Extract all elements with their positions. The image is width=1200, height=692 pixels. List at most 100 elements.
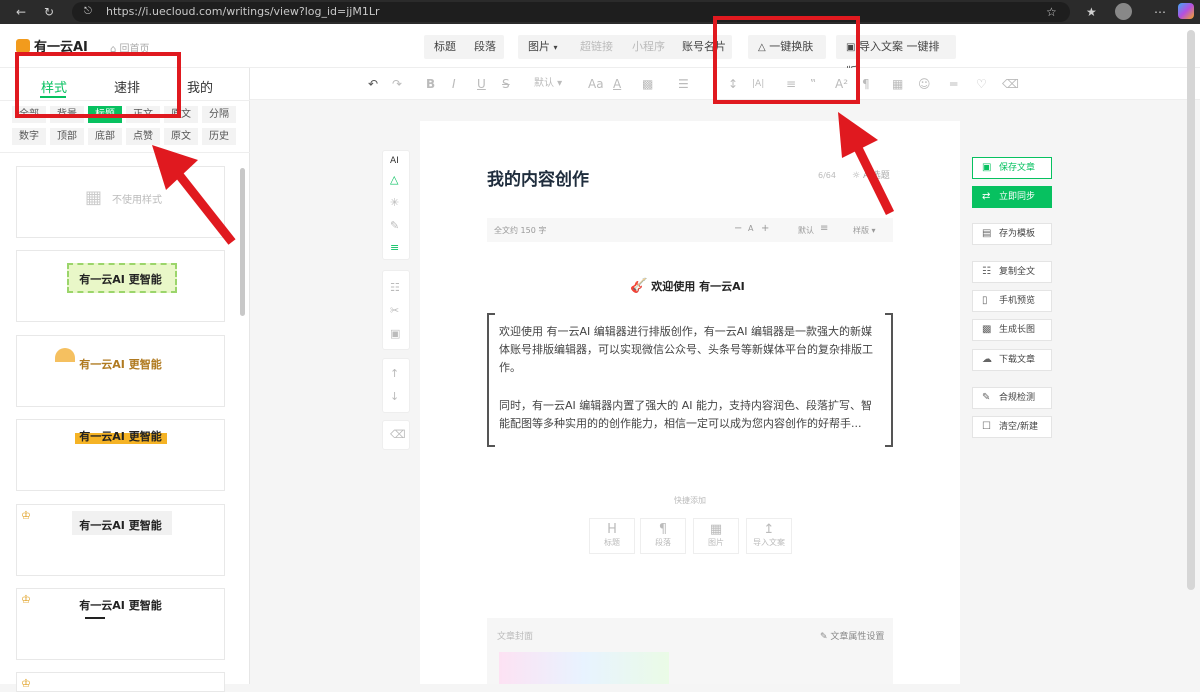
ai-topic-button[interactable]: ☼ AI选题 [852, 168, 890, 181]
menu-icon[interactable]: ⋯ [1154, 4, 1166, 20]
address-bar[interactable]: ⎋ https://i.uecloud.com/writings/view?lo… [72, 2, 1070, 22]
table-icon[interactable]: ▦ [892, 76, 903, 92]
cut-icon[interactable]: ✂ [390, 304, 399, 318]
long-image-button[interactable]: ▩ 生成长图 [972, 319, 1052, 341]
url-text: https://i.uecloud.com/writings/view?log_… [106, 5, 380, 18]
back-arrow-icon[interactable]: ← [16, 4, 26, 20]
refresh-icon[interactable]: ↻ [44, 4, 54, 20]
font-family-select[interactable]: 默认 ▾ [534, 76, 562, 92]
quick-add-title-button[interactable]: H 标题 [589, 518, 635, 554]
body-paragraph[interactable]: 同时，有一云AI 编辑器内置了强大的 AI 能力，支持内容润色、段落扩写、智能配… [499, 397, 883, 433]
star-icon[interactable]: ☆ [1046, 4, 1057, 20]
category-like[interactable]: 点赞 [126, 128, 160, 145]
undo-icon[interactable]: ↶ [368, 76, 378, 92]
paste-icon[interactable]: ▣ [390, 327, 400, 341]
sync-now-button[interactable]: ⇄ 立即同步 [972, 186, 1052, 208]
image-icon: ▩ [982, 324, 992, 335]
compliance-check-button[interactable]: ✎ 合规检测 [972, 387, 1052, 409]
annotation-box-tabs [15, 52, 181, 118]
cover-image[interactable] [499, 652, 669, 684]
category-original-2[interactable]: 原文 [164, 128, 198, 145]
style-card[interactable]: 有一云AI 更智能 [16, 250, 225, 322]
article-title[interactable]: 我的内容创作 [487, 165, 589, 190]
emoji-icon[interactable]: ☺ [918, 76, 931, 92]
brush-icon[interactable]: ♡ [976, 76, 987, 92]
background-color-icon[interactable]: ▩ [642, 76, 653, 92]
category-top[interactable]: 顶部 [50, 128, 84, 145]
arrow-up-icon[interactable]: ↑ [390, 367, 399, 381]
phone-icon: ▯ [982, 295, 988, 306]
quote-block[interactable]: 欢迎使用 有一云AI 编辑器进行排版创作，有一云AI 编辑器是一款强大的新媒体账… [487, 313, 893, 447]
insert-hyperlink-button[interactable]: 超链接 [570, 35, 623, 59]
pen-icon[interactable]: ✎ [390, 219, 399, 233]
style-card[interactable]: 有一云AI 更智能 [16, 419, 225, 491]
layers-icon[interactable]: ≡ [390, 241, 399, 255]
italic-icon[interactable]: I [452, 76, 456, 92]
insert-mini-program-button[interactable]: 小程序 [622, 35, 675, 59]
save-template-button[interactable]: ▤ 存为模板 [972, 223, 1052, 245]
style-card[interactable]: ♔ [16, 672, 225, 692]
browser-bar: ← ↻ ⎋ https://i.uecloud.com/writings/vie… [0, 0, 1200, 24]
category-history[interactable]: 历史 [202, 128, 236, 145]
logo-mark-icon [16, 39, 30, 53]
bulb-icon: ☼ [852, 171, 861, 181]
clear-new-button[interactable]: ☐ 清空/新建 [972, 416, 1052, 438]
copy-icon: ☷ [982, 266, 991, 277]
profile-icon[interactable] [1115, 3, 1132, 20]
copilot-icon[interactable] [1178, 3, 1194, 19]
divider-icon[interactable]: ═ [950, 76, 957, 92]
layout-select[interactable]: 样版 ▾ [853, 225, 876, 236]
style-card-none[interactable]: ▦ 不使用样式 [16, 166, 225, 238]
body-paragraph[interactable]: 欢迎使用 有一云AI 编辑器进行排版创作，有一云AI 编辑器是一款强大的新媒体账… [499, 323, 883, 377]
insert-image-button[interactable]: 图片 ▾ [518, 35, 568, 59]
align-icon[interactable]: ☰ [678, 76, 689, 92]
style-card[interactable]: 有一云AI 更智能 [16, 335, 225, 407]
category-number[interactable]: 数字 [12, 128, 46, 145]
ai-tool-group: AI △ ✳ ✎ ≡ [382, 150, 410, 260]
copy-icon[interactable]: ☷ [390, 281, 400, 295]
trash-icon[interactable]: ⌫ [390, 428, 406, 442]
font-color-icon[interactable]: A [613, 76, 621, 92]
line-height-icon[interactable]: ≡ [820, 223, 828, 234]
category-divider[interactable]: 分隔 [202, 106, 236, 123]
strikethrough-icon[interactable]: S [502, 76, 510, 92]
style-card[interactable]: ♔ 有一云AI 更智能 [16, 588, 225, 660]
arrow-down-icon[interactable]: ↓ [390, 390, 399, 404]
category-bottom[interactable]: 底部 [88, 128, 122, 145]
word-count: 全文约 150 字 [494, 226, 547, 235]
quick-add-image-button[interactable]: ▦ 图片 [693, 518, 739, 554]
eraser-icon[interactable]: ⌫ [1002, 76, 1019, 92]
quick-add-paragraph-button[interactable]: ¶ 段落 [640, 518, 686, 554]
paragraph-icon[interactable]: ¶ [862, 76, 870, 92]
chevron-down-icon: ▾ [553, 43, 558, 52]
phone-preview-button[interactable]: ▯ 手机预览 [972, 290, 1052, 312]
tab-mine[interactable]: 我的 [187, 77, 213, 96]
insert-title-button[interactable]: 标题 [424, 35, 466, 59]
favorites-icon[interactable]: ★ [1086, 4, 1097, 20]
template-icon: ▤ [982, 228, 992, 239]
shirt-icon[interactable]: △ [390, 173, 398, 187]
title-char-count: 6/64 [818, 171, 836, 180]
sparkle-icon[interactable]: ✳ [390, 196, 399, 210]
sync-icon: ⇄ [982, 191, 991, 202]
redo-icon[interactable]: ↷ [392, 76, 402, 92]
insert-paragraph-button[interactable]: 段落 [464, 35, 506, 59]
style-panel: 样式 速排 我的 全部 背景 标题 正文 原文 分隔 数字 顶部 底部 点赞 原… [0, 68, 250, 692]
underline-icon[interactable]: U [477, 76, 486, 92]
save-article-button[interactable]: ▣ 保存文章 [972, 157, 1052, 179]
style-card[interactable]: ♔ 有一云AI 更智能 [16, 504, 225, 576]
card-decoration [85, 617, 105, 619]
welcome-heading[interactable]: 🎸 欢迎使用 有一云AI [630, 278, 745, 294]
copy-all-button[interactable]: ☷ 复制全文 [972, 261, 1052, 283]
increase-font-icon[interactable]: + [761, 223, 769, 234]
quick-add-label: 快捷添加 [674, 496, 706, 505]
quick-add-import-button[interactable]: ↥ 导入文案 [746, 518, 792, 554]
style-list-scrollbar[interactable] [240, 168, 245, 316]
decrease-font-icon[interactable]: − [734, 223, 742, 234]
article-settings-link[interactable]: ✎ 文章属性设置 [820, 629, 884, 642]
download-article-button[interactable]: ☁ 下载文章 [972, 349, 1052, 371]
bold-icon[interactable]: B [426, 76, 435, 92]
font-style-icon[interactable]: Aa [588, 76, 604, 92]
font-default-select[interactable]: 默认 [798, 225, 814, 236]
page-scrollbar[interactable] [1187, 30, 1195, 590]
